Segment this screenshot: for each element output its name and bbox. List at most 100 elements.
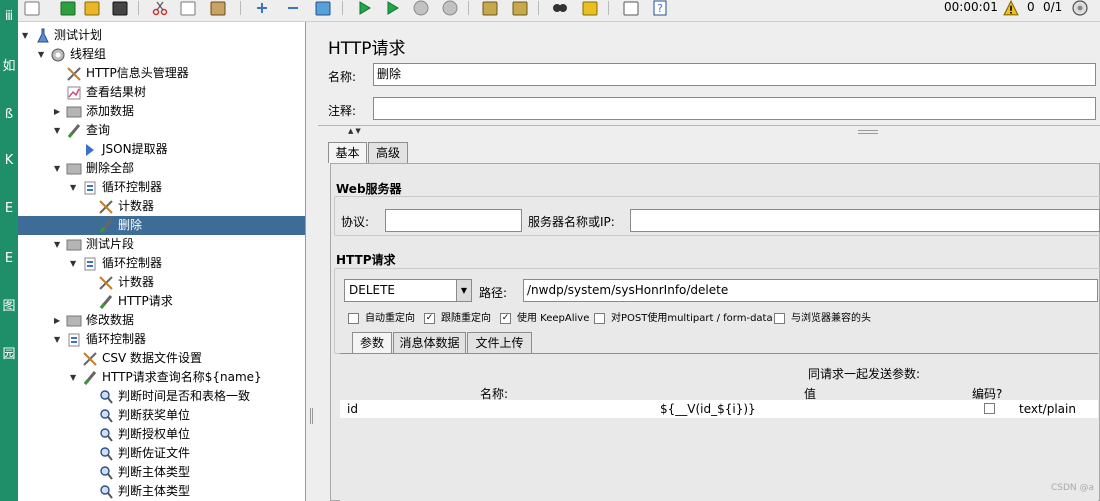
option-checkbox[interactable] [594,313,605,324]
sampler-icon [98,218,114,234]
clear-icon[interactable] [480,0,500,16]
collapsed-arrow-icon[interactable]: ▶ [54,311,64,330]
tree-item[interactable]: 判断授权单位 [18,425,305,444]
expanded-arrow-icon[interactable]: ▼ [22,26,32,45]
tree-item[interactable]: ▼ 测试片段 [18,235,305,254]
save-icon[interactable] [110,0,130,16]
reset-search-icon[interactable] [580,0,600,16]
tree-item[interactable]: 计数器 [18,197,305,216]
expanded-arrow-icon[interactable]: ▼ [70,368,80,387]
clear-all-icon[interactable] [510,0,530,16]
splitter-grip[interactable] [310,408,313,424]
search-icon[interactable] [550,0,570,16]
table-row[interactable]: id ${__V(id_${i})} text/plain [340,400,1098,418]
vertical-splitter-handle[interactable] [858,130,878,134]
open-icon[interactable] [82,0,102,16]
side-strip-glyph[interactable]: K [1,152,17,170]
tree-item-label: HTTP请求查询名称${name} [102,370,262,384]
tree-item[interactable]: 判断获奖单位 [18,406,305,425]
tree-item[interactable]: ▶ 添加数据 [18,102,305,121]
warning-icon[interactable] [1001,0,1019,16]
collapse-icon[interactable] [283,0,303,16]
tree-item[interactable]: 删除 [18,216,305,235]
counter-icon [98,199,114,215]
param-name-cell[interactable]: id [347,400,358,418]
side-strip-glyph[interactable]: E [1,200,17,218]
tab-parameters[interactable]: 参数 [352,332,392,353]
expanded-arrow-icon[interactable]: ▼ [38,45,48,64]
name-field[interactable]: 删除 [373,63,1096,86]
expanded-arrow-icon[interactable]: ▼ [70,254,80,273]
tree-item-label: 添加数据 [86,104,135,118]
chevron-down-icon[interactable]: ▼ [456,280,471,301]
param-value-cell[interactable]: ${__V(id_${i})} [660,400,756,418]
collapse-arrows-icon[interactable]: ▲▼ [348,127,363,135]
side-strip-glyph[interactable]: 图 [1,298,17,316]
expanded-arrow-icon[interactable]: ▼ [54,330,64,349]
tree-item[interactable]: HTTP请求 [18,292,305,311]
tree-item[interactable]: 计数器 [18,273,305,292]
comment-field[interactable] [373,97,1096,120]
protocol-field[interactable] [385,209,522,232]
tab-body-data[interactable]: 消息体数据 [393,332,466,353]
shutdown-icon[interactable] [440,0,460,16]
test-plan-tree[interactable]: ▼ 测试计划 ▼ 线程组 HTTP信息头管理器 查看结果树 ▶ 添加数据 ▼ 查询 JSON提取器 ▼… [18,22,306,501]
tree-splitter[interactable] [306,22,318,501]
expanded-arrow-icon[interactable]: ▼ [54,121,64,140]
tree-item[interactable]: 判断主体类型 [18,463,305,482]
tab-file-upload[interactable]: 文件上传 [467,332,532,353]
copy-icon[interactable] [178,0,198,16]
tree-item[interactable]: ▼ HTTP请求查询名称${name} [18,368,305,387]
new-icon[interactable] [22,0,42,16]
tab-basic[interactable]: 基本 [328,142,367,163]
toolbar-separator [240,1,241,15]
function-helper-icon[interactable] [621,0,641,16]
side-strip-glyph[interactable]: 园 [1,346,17,364]
side-strip-glyph[interactable]: ⅲ [1,8,17,26]
option-checkbox[interactable]: ✓ [500,313,511,324]
tree-item[interactable]: ▼ 循环控制器 [18,330,305,349]
comment-label: 注释: [328,104,357,118]
tree-item[interactable]: ▼ 删除全部 [18,159,305,178]
side-strip-glyph[interactable]: Е [1,250,17,268]
tree-item[interactable]: ▶ 修改数据 [18,311,305,330]
panel-title: HTTP请求 [328,39,406,59]
tree-item[interactable]: 判断时间是否和表格一致 [18,387,305,406]
tree-item[interactable]: ▼ 测试计划 [18,26,305,45]
encode-checkbox[interactable] [984,403,995,414]
tree-item[interactable]: 判断佐证文件 [18,444,305,463]
option-checkbox[interactable] [348,313,359,324]
help-icon[interactable]: ? [650,0,670,16]
expanded-arrow-icon[interactable]: ▼ [70,178,80,197]
tree-item[interactable]: 判断主体类型 [18,482,305,501]
start-no-pauses-icon[interactable] [382,0,402,16]
tree-item[interactable]: ▼ 循环控制器 [18,178,305,197]
tab-advanced[interactable]: 高级 [368,142,408,163]
option-checkbox[interactable] [774,313,785,324]
server-field[interactable] [630,209,1100,232]
tree-item[interactable]: CSV 数据文件设置 [18,349,305,368]
templates-icon[interactable] [58,0,78,16]
tree-item[interactable]: ▼ 循环控制器 [18,254,305,273]
stop-icon[interactable] [411,0,431,16]
paste-icon[interactable] [208,0,228,16]
tree-item[interactable]: 查看结果树 [18,83,305,102]
toggle-icon[interactable] [313,0,333,16]
tree-item[interactable]: ▼ 查询 [18,121,305,140]
tree-item[interactable]: HTTP信息头管理器 [18,64,305,83]
option-checkbox[interactable]: ✓ [424,313,435,324]
path-field[interactable]: /nwdp/system/sysHonrInfo/delete [523,279,1098,302]
expand-icon[interactable] [252,0,272,16]
cut-icon[interactable] [150,0,170,16]
method-select[interactable]: DELETE ▼ [344,279,472,302]
tree-item[interactable]: ▼ 线程组 [18,45,305,64]
expanded-arrow-icon[interactable]: ▼ [54,159,64,178]
side-strip-glyph[interactable]: ß [1,106,17,124]
side-strip-glyph[interactable]: 如 [1,58,17,76]
expanded-arrow-icon[interactable]: ▼ [54,235,64,254]
loop-controller-icon [66,332,82,348]
collapsed-arrow-icon[interactable]: ▶ [54,102,64,121]
start-icon[interactable] [354,0,374,16]
content-type-cell[interactable]: text/plain [1019,400,1076,418]
tree-item[interactable]: JSON提取器 [18,140,305,159]
